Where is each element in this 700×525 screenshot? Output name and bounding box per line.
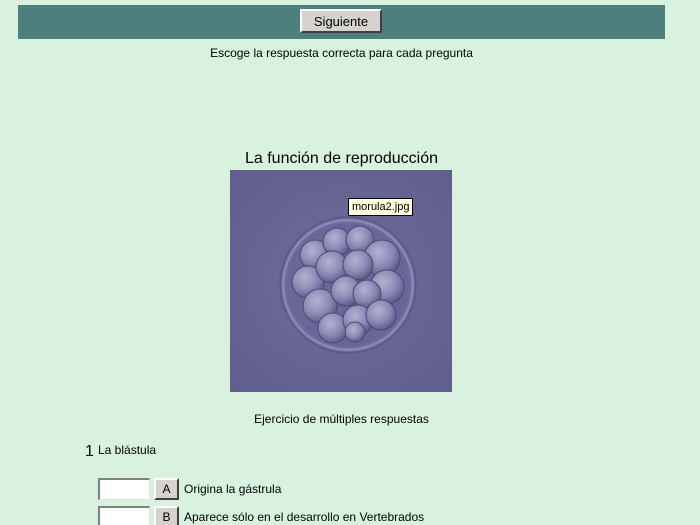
answer-label-b: Aparece sólo en el desarrollo en Vertebr… — [184, 510, 425, 524]
question-number: 1 — [85, 443, 94, 460]
question-text: La blástula — [98, 443, 157, 457]
answer-label-a: Origina la gástrula — [184, 482, 282, 496]
quiz-page: Siguiente Escoge la respuesta correcta p… — [0, 0, 700, 525]
page-title: La función de reproducción — [244, 150, 439, 167]
answer-button-a[interactable]: A — [154, 478, 179, 500]
next-button[interactable]: Siguiente — [300, 9, 382, 33]
answer-input-a[interactable] — [98, 478, 150, 500]
image-filename-tooltip: morula2.jpg — [348, 198, 414, 216]
instructions-text: Escoge la respuesta correcta para cada p… — [210, 46, 473, 60]
exercise-subtitle: Ejercicio de múltiples respuestas — [254, 412, 429, 426]
answer-input-b[interactable] — [98, 506, 150, 525]
answer-button-b[interactable]: B — [154, 506, 179, 525]
morula-image — [230, 170, 452, 392]
